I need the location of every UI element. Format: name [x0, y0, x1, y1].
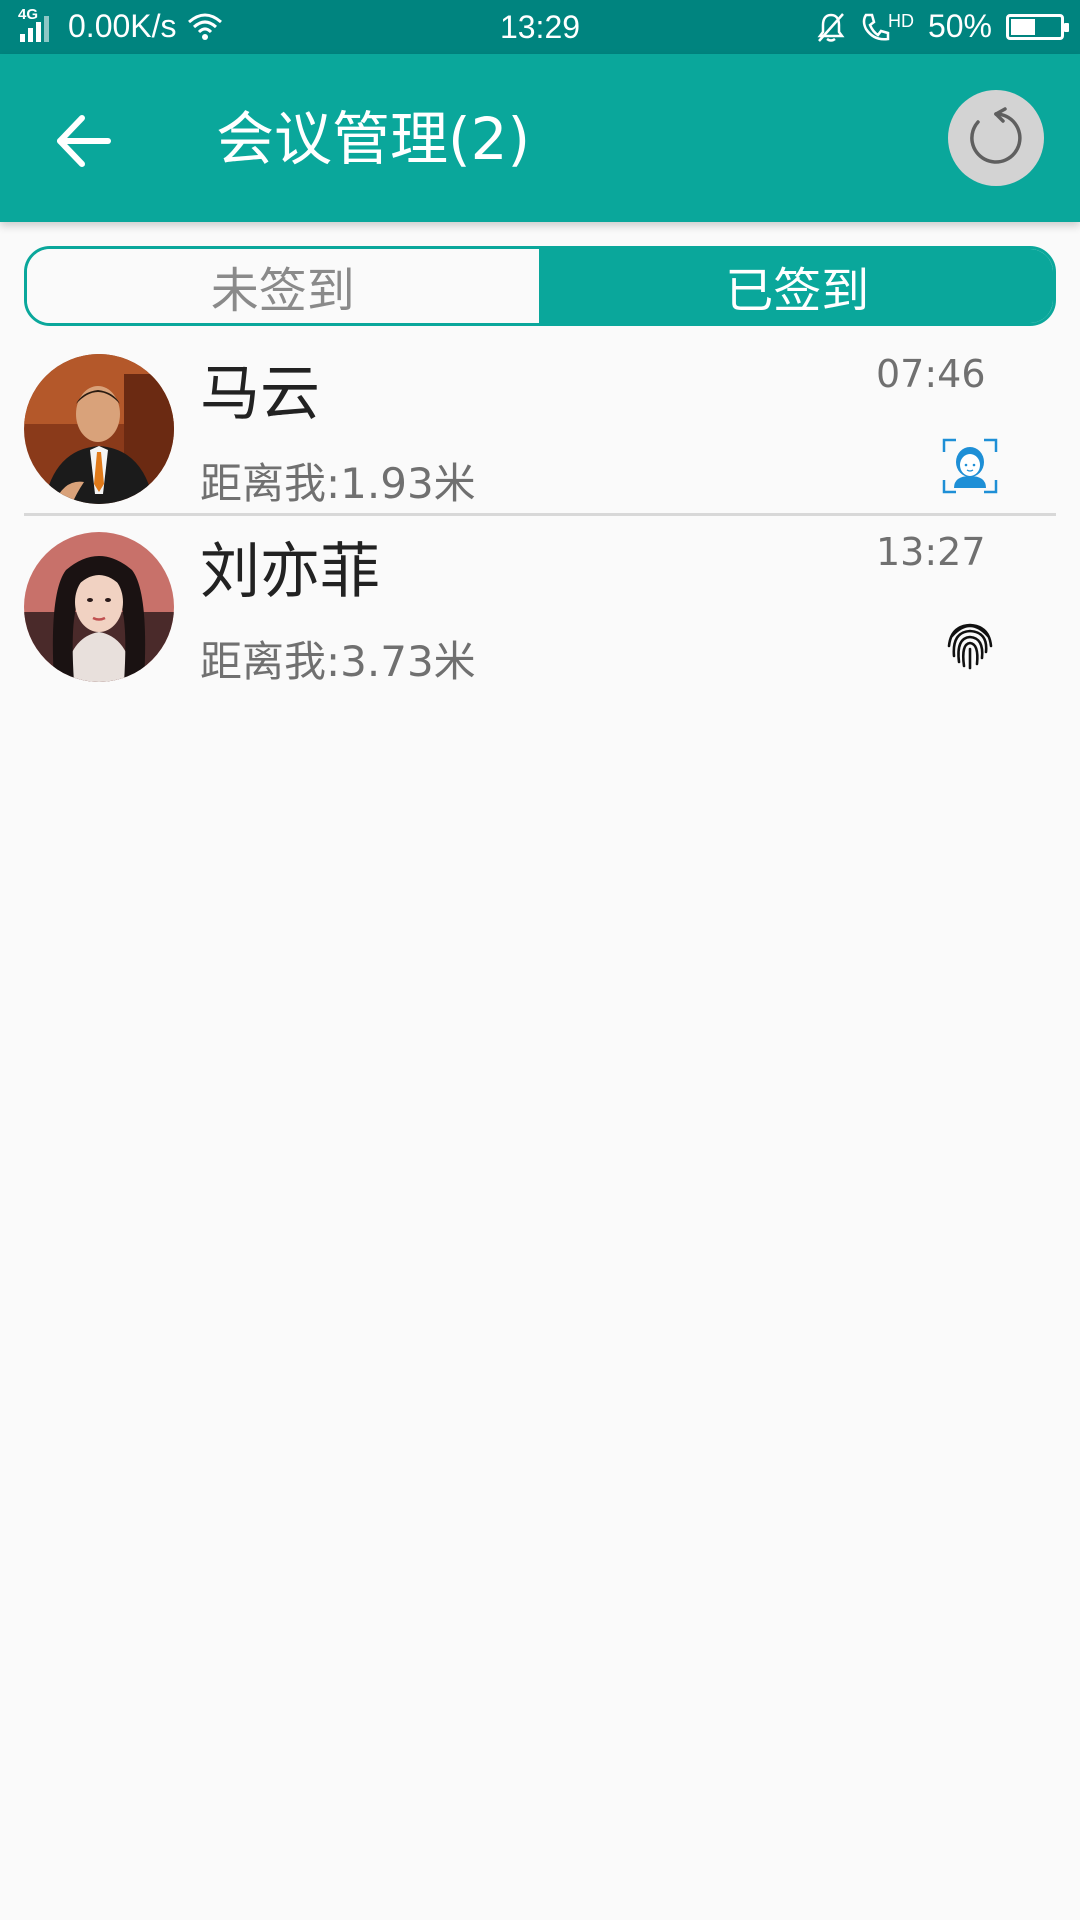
bell-muted-icon — [817, 12, 845, 42]
attendee-name: 马云 — [200, 359, 320, 429]
attendee-distance: 距离我:1.93米 — [200, 459, 476, 508]
attendee-distance: 距离我:3.73米 — [200, 637, 476, 686]
battery-level — [1011, 18, 1035, 35]
arrow-left-icon — [57, 115, 111, 167]
list-item[interactable]: 刘亦菲 距离我:3.73米 13:27 — [24, 524, 1056, 694]
avatar — [24, 532, 174, 682]
battery-percent: 50% — [927, 8, 992, 44]
sign-in-tabs: 未签到 已签到 — [24, 246, 1056, 326]
refresh-icon — [970, 107, 1022, 164]
page-title: 会议管理(2) — [216, 105, 531, 173]
status-right: HD 50% — [816, 8, 1069, 45]
tab-signed-in[interactable]: 已签到 — [541, 249, 1053, 323]
back-button[interactable] — [50, 106, 120, 176]
fingerprint-icon — [942, 616, 998, 672]
sign-in-time: 07:46 — [876, 352, 986, 396]
attendee-list: 马云 距离我:1.93米 07:46 刘亦菲 距离我:3.73米 13:27 — [0, 346, 1080, 694]
hd-call-indicator: HD — [860, 11, 914, 43]
status-bar: 4G 0.00K/s 13:29 HD 50% — [0, 0, 1080, 54]
hd-label: HD — [887, 10, 914, 31]
phone-icon — [862, 13, 890, 41]
refresh-button[interactable] — [948, 90, 1044, 186]
sign-in-time: 13:27 — [876, 530, 986, 574]
face-scan-icon — [942, 438, 998, 494]
battery-icon — [1006, 13, 1069, 40]
avatar — [24, 354, 174, 504]
tab-not-signed-in[interactable]: 未签到 — [27, 249, 542, 323]
app-bar: 会议管理(2) — [0, 54, 1080, 222]
list-item[interactable]: 马云 距离我:1.93米 07:46 — [24, 346, 1056, 516]
attendee-name: 刘亦菲 — [200, 537, 380, 607]
